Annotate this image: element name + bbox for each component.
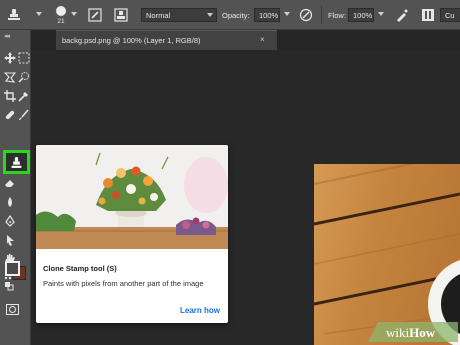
eyedropper-tool-icon[interactable] [17,89,31,103]
foreground-color-swatch[interactable] [5,261,20,276]
close-icon[interactable]: × [260,35,265,44]
eraser-tool-icon[interactable] [3,176,17,190]
brush-tip-icon [55,5,67,17]
watermark-how: How [409,325,436,340]
pressure-opacity-icon[interactable] [299,0,313,30]
clone-stamp-preview-image [36,145,228,249]
brush-picker-dropdown-arrow[interactable] [71,12,77,16]
blend-mode-value: Normal [146,11,171,20]
blend-mode-select[interactable]: Normal [141,8,217,22]
brush-settings-icon[interactable] [88,0,102,30]
pen-tool-icon[interactable] [3,214,17,228]
lasso-tool-icon[interactable] [3,70,17,84]
document-image [314,164,460,345]
airbrush-icon[interactable] [395,0,409,30]
sample-select-label: Cu [445,11,455,20]
opacity-dropdown-arrow[interactable] [284,12,290,16]
document-tab[interactable]: backg.psd.png @ 100% (Layer 1, RGB/8) × [56,30,277,50]
tooltip-title: Clone Stamp tool (S) [43,264,117,273]
blur-tool-icon[interactable] [3,195,17,209]
healing-brush-tool-icon[interactable] [3,108,17,122]
align-icon[interactable] [421,0,435,30]
clone-source-icon[interactable] [114,0,128,30]
path-selection-tool-icon[interactable] [3,233,17,247]
brush-tool-icon[interactable] [17,108,31,122]
learn-how-link[interactable]: Learn how [180,306,220,315]
crop-tool-icon[interactable] [3,89,17,103]
tool-preset-dropdown-arrow[interactable] [36,12,42,16]
wikihow-logo-text: wikiHow [386,325,436,340]
quick-mask-icon[interactable] [5,302,19,316]
flow-label: Flow: [328,10,346,20]
tools-panel: ◂◂ [0,30,31,345]
sample-select[interactable]: Cu [440,8,460,22]
marquee-tool-icon[interactable] [17,51,31,65]
default-colors-icon[interactable] [4,281,14,291]
document-tab-bar: backg.psd.png @ 100% (Layer 1, RGB/8) × [31,30,460,50]
clone-stamp-tool-button[interactable] [3,150,30,174]
collapse-panel-icon[interactable]: ◂◂ [4,32,10,40]
flow-value: 100% [353,11,373,20]
quick-selection-tool-icon[interactable] [17,70,31,84]
move-tool-icon[interactable] [3,51,17,65]
watermark-wiki: wiki [386,325,410,340]
tooltip-description: Paints with pixels from another part of … [43,279,204,288]
brush-picker[interactable]: 21 [54,0,68,30]
brush-size-label: 21 [57,18,65,25]
flow-input[interactable]: 100% [348,8,374,22]
document-tab-label: backg.psd.png @ 100% (Layer 1, RGB/8) [62,36,201,45]
flow-dropdown-arrow[interactable] [378,12,384,16]
opacity-value: 100% [259,11,279,20]
opacity-label: Opacity: [222,10,250,20]
wikihow-watermark: wikiHow [368,322,458,342]
clone-stamp-icon [11,156,22,168]
clone-stamp-preset-icon[interactable] [6,0,22,30]
options-bar: 21 Normal Opacity: 100% Flow: 100% Cu [0,0,460,30]
tool-tooltip: Clone Stamp tool (S) Paints with pixels … [36,145,228,323]
options-divider [321,6,322,24]
opacity-input[interactable]: 100% [254,8,280,22]
chevron-down-icon [207,13,213,17]
